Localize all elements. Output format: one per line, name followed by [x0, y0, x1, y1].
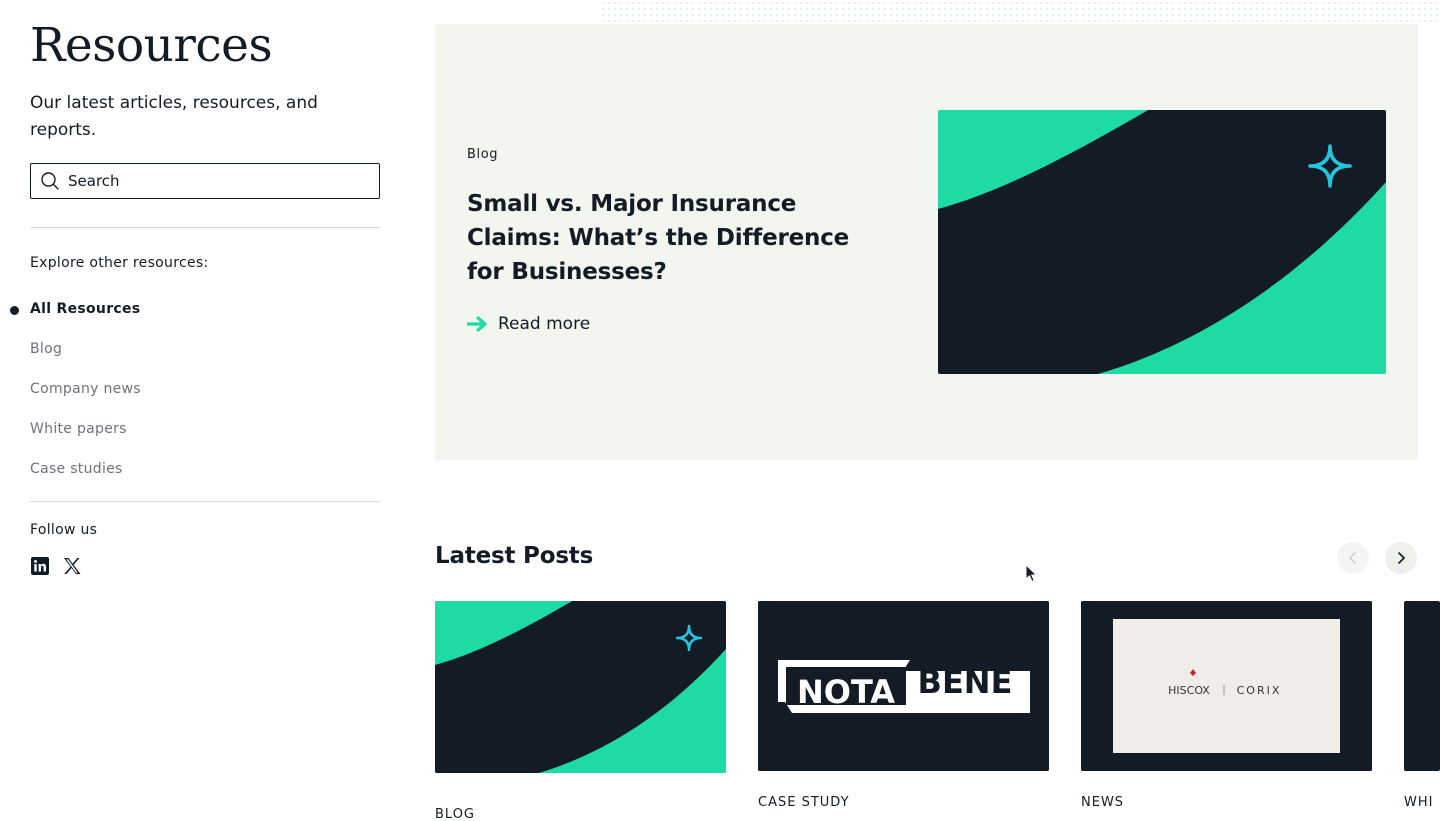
post-card-image[interactable] — [435, 601, 726, 773]
read-more-link[interactable]: Read more — [467, 314, 590, 334]
featured-title[interactable]: Small vs. Major Insurance Claims: What’s… — [467, 187, 887, 289]
sidebar: Resources Our latest articles, resources… — [10, 18, 380, 576]
nav-item-case-studies[interactable]: Case studies — [30, 461, 380, 501]
nav-item-all-resources[interactable]: All Resources — [10, 301, 380, 341]
post-card-tag: NEWS — [1081, 795, 1125, 810]
post-card[interactable] — [435, 601, 726, 773]
arrow-right-icon — [467, 316, 489, 332]
post-card-image[interactable] — [1404, 601, 1440, 771]
mouse-pointer-icon — [1025, 563, 1039, 589]
page-subtitle: Our latest articles, resources, and repo… — [30, 93, 318, 140]
divider — [30, 501, 380, 502]
post-card-tag: WHI — [1404, 795, 1434, 810]
post-card-image[interactable]: NOTA BENE — [758, 601, 1049, 771]
post-card-tag: BLOG — [435, 807, 476, 821]
nav-item-blog[interactable]: Blog — [30, 341, 380, 381]
chevron-right-icon — [1395, 551, 1407, 565]
chevron-left-icon — [1347, 551, 1359, 565]
carousel-prev-button[interactable] — [1337, 542, 1369, 574]
post-card-tag: CASE STUDY — [758, 795, 850, 810]
decorative-dot-pattern — [600, 0, 1440, 26]
bene-logo-text: BENE — [918, 663, 1013, 701]
latest-posts-heading: Latest Posts — [435, 543, 594, 569]
linkedin-icon[interactable] — [30, 556, 50, 576]
hiscox-logo-text: HISCOX — [1168, 684, 1210, 697]
read-more-label: Read more — [498, 314, 591, 334]
nav-item-white-papers[interactable]: White papers — [30, 421, 380, 461]
page-title: Resources — [30, 18, 273, 73]
divider — [30, 227, 380, 228]
explore-heading: Explore other resources: — [30, 255, 209, 271]
search-icon — [40, 171, 60, 191]
follow-heading: Follow us — [30, 522, 98, 538]
featured-image[interactable] — [938, 110, 1386, 374]
nav-item-company-news[interactable]: Company news — [30, 381, 380, 421]
resource-nav: All Resources Blog Company news White pa… — [10, 301, 380, 501]
nota-logo-text: NOTA — [797, 673, 895, 711]
post-card[interactable] — [1404, 601, 1440, 771]
featured-tag: Blog — [467, 147, 499, 162]
search-input[interactable] — [68, 172, 368, 190]
post-card[interactable]: HISCOX CORIX — [1081, 601, 1372, 771]
featured-post[interactable]: Blog Small vs. Major Insurance Claims: W… — [435, 24, 1418, 460]
social-links — [30, 556, 380, 576]
carousel-next-button[interactable] — [1385, 542, 1417, 574]
corix-logo-text: CORIX — [1237, 684, 1282, 697]
post-card-image[interactable]: HISCOX CORIX — [1081, 601, 1372, 771]
search-box[interactable] — [30, 163, 380, 199]
post-card[interactable]: NOTA BENE — [758, 601, 1049, 771]
x-icon[interactable] — [62, 556, 82, 576]
